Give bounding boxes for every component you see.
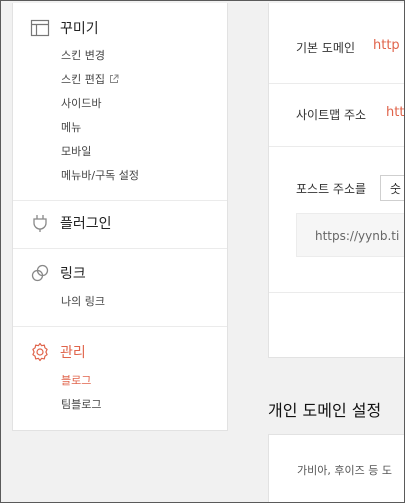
sidebar-item-label: 스킨 편집 xyxy=(61,73,105,86)
divider xyxy=(269,292,404,293)
sidebar-section-label: 링크 xyxy=(60,266,86,282)
post-address-preview: https://yynb.ti xyxy=(296,213,404,257)
divider xyxy=(269,83,404,84)
sidebar-section-plugin[interactable]: 플러그인 xyxy=(30,213,112,233)
custom-domain-description: 가비아, 후이즈 등 도 xyxy=(297,464,392,477)
divider xyxy=(269,146,404,147)
sidebar: 꾸미기 스킨 변경 스킨 편집 사이드바 메뉴 모바일 메뉴바/구독 설정 플러… xyxy=(12,3,228,431)
sidebar-section-label: 플러그인 xyxy=(60,216,112,232)
sidebar-item-skin-change[interactable]: 스킨 변경 xyxy=(61,47,105,63)
sidebar-item-team-blog[interactable]: 팀블로그 xyxy=(61,396,101,412)
sidebar-item-my-links[interactable]: 나의 링크 xyxy=(61,293,105,309)
sidebar-section-link[interactable]: 링크 xyxy=(30,263,86,283)
sidebar-item-mobile[interactable]: 모바일 xyxy=(61,143,91,159)
sidebar-item-label: 메뉴바/구독 설정 xyxy=(61,169,140,182)
sidebar-section-label: 꾸미기 xyxy=(60,21,99,37)
sidebar-item-label: 사이드바 xyxy=(61,97,102,110)
sidebar-item-skin-edit[interactable]: 스킨 편집 xyxy=(61,71,119,87)
default-domain-link[interactable]: http xyxy=(373,38,400,53)
sidebar-item-blog[interactable]: 블로그 xyxy=(61,372,91,388)
gear-icon xyxy=(30,342,50,362)
sidebar-item-label: 스킨 변경 xyxy=(61,49,105,62)
sidebar-item-menubar-subscribe[interactable]: 메뉴바/구독 설정 xyxy=(61,167,139,183)
sidebar-item-label: 팀블로그 xyxy=(61,398,102,411)
sidebar-item-sidebar[interactable]: 사이드바 xyxy=(61,95,101,111)
custom-domain-card: 가비아, 후이즈 등 도 xyxy=(268,434,405,503)
external-link-icon xyxy=(109,74,119,84)
sitemap-label: 사이트맵 주소 xyxy=(296,108,367,122)
post-address-label: 포스트 주소를 xyxy=(296,182,367,196)
divider xyxy=(13,326,227,327)
sidebar-item-label: 메뉴 xyxy=(61,121,82,134)
sitemap-link[interactable]: htt xyxy=(386,105,404,120)
link-icon xyxy=(30,263,50,283)
sidebar-item-label: 나의 링크 xyxy=(61,295,105,308)
layout-icon xyxy=(30,18,50,38)
sidebar-section-customize[interactable]: 꾸미기 xyxy=(30,18,99,38)
blog-settings-card: 기본 도메인 http 사이트맵 주소 htt 포스트 주소를 숫 https:… xyxy=(268,3,405,358)
sidebar-item-label: 블로그 xyxy=(61,374,92,387)
divider xyxy=(13,200,227,201)
post-address-select[interactable]: 숫 xyxy=(380,175,404,201)
plug-icon xyxy=(30,213,50,233)
sidebar-item-label: 모바일 xyxy=(61,145,92,158)
custom-domain-title: 개인 도메인 설정 xyxy=(268,401,382,420)
default-domain-label: 기본 도메인 xyxy=(296,41,356,55)
sidebar-section-manage[interactable]: 관리 xyxy=(30,342,86,362)
sidebar-item-menu[interactable]: 메뉴 xyxy=(61,119,81,135)
divider xyxy=(13,248,227,249)
sidebar-section-label: 관리 xyxy=(60,345,86,361)
